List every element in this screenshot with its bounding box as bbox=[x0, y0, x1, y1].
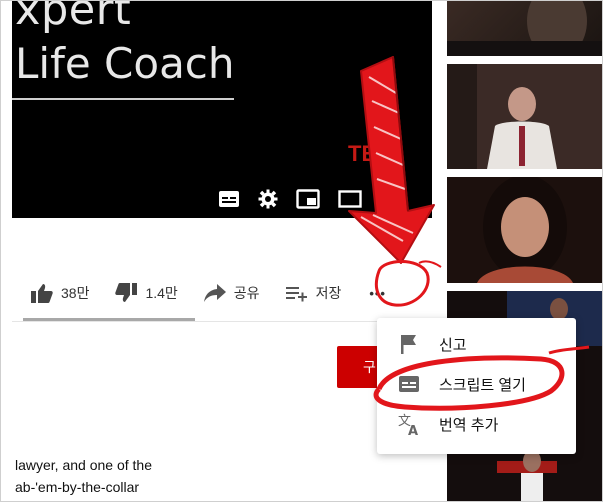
save-button[interactable]: 저장 bbox=[285, 283, 342, 303]
translate-icon: 文A bbox=[397, 412, 421, 436]
video-actions-row: 38만 1.4만 공유 저장 ••• bbox=[31, 279, 412, 307]
description-line2: ab-'em-by-the-collar bbox=[15, 479, 140, 495]
theater-icon[interactable] bbox=[337, 187, 363, 211]
share-label: 공유 bbox=[233, 285, 260, 301]
playlist-add-icon bbox=[285, 287, 307, 302]
more-dots-icon: ••• bbox=[369, 285, 386, 301]
dislike-button[interactable]: 1.4만 bbox=[115, 283, 178, 303]
settings-icon[interactable] bbox=[256, 187, 280, 211]
menu-item-label: 스크립트 열기 bbox=[439, 376, 526, 394]
menu-item-add-translation[interactable]: 文A 번역 추가 bbox=[377, 406, 576, 442]
thumbs-down-icon bbox=[115, 283, 138, 302]
video-title-line2: Life Coach bbox=[15, 39, 235, 88]
transcript-icon bbox=[397, 372, 421, 396]
save-label: 저장 bbox=[315, 285, 342, 301]
more-actions-menu: 신고 스크립트 열기 文A 번역 추가 bbox=[377, 318, 576, 454]
more-actions-button[interactable]: ••• bbox=[369, 286, 386, 301]
menu-item-label: 번역 추가 bbox=[439, 416, 499, 434]
related-video-thumbnail[interactable] bbox=[447, 1, 602, 56]
menu-item-open-transcript[interactable]: 스크립트 열기 bbox=[377, 366, 576, 402]
thumbs-up-icon bbox=[31, 284, 53, 303]
screenshot-frame: xpert Life Coach TE 38만 1.4만 공유 저장 ••• 구… bbox=[0, 0, 603, 502]
video-player[interactable]: xpert Life Coach TE bbox=[12, 1, 432, 218]
subtitles-icon[interactable] bbox=[217, 187, 241, 211]
miniplayer-icon[interactable] bbox=[295, 187, 321, 211]
share-button[interactable]: 공유 bbox=[203, 283, 260, 303]
video-title-line1: xpert bbox=[15, 1, 132, 35]
ted-watermark: TE bbox=[348, 141, 377, 166]
like-count: 38만 bbox=[61, 285, 90, 301]
actions-divider bbox=[12, 321, 432, 322]
svg-text:A: A bbox=[408, 424, 418, 436]
share-icon bbox=[203, 284, 226, 302]
related-video-thumbnail[interactable] bbox=[447, 64, 602, 169]
menu-item-label: 신고 bbox=[439, 336, 467, 354]
flag-icon bbox=[397, 332, 421, 356]
menu-item-report[interactable]: 신고 bbox=[377, 326, 576, 362]
related-video-thumbnail[interactable] bbox=[447, 177, 602, 283]
description-line1: lawyer, and one of the bbox=[15, 457, 152, 473]
like-button[interactable]: 38만 bbox=[31, 283, 89, 303]
title-underline bbox=[12, 98, 234, 100]
dislike-count: 1.4만 bbox=[145, 285, 178, 301]
